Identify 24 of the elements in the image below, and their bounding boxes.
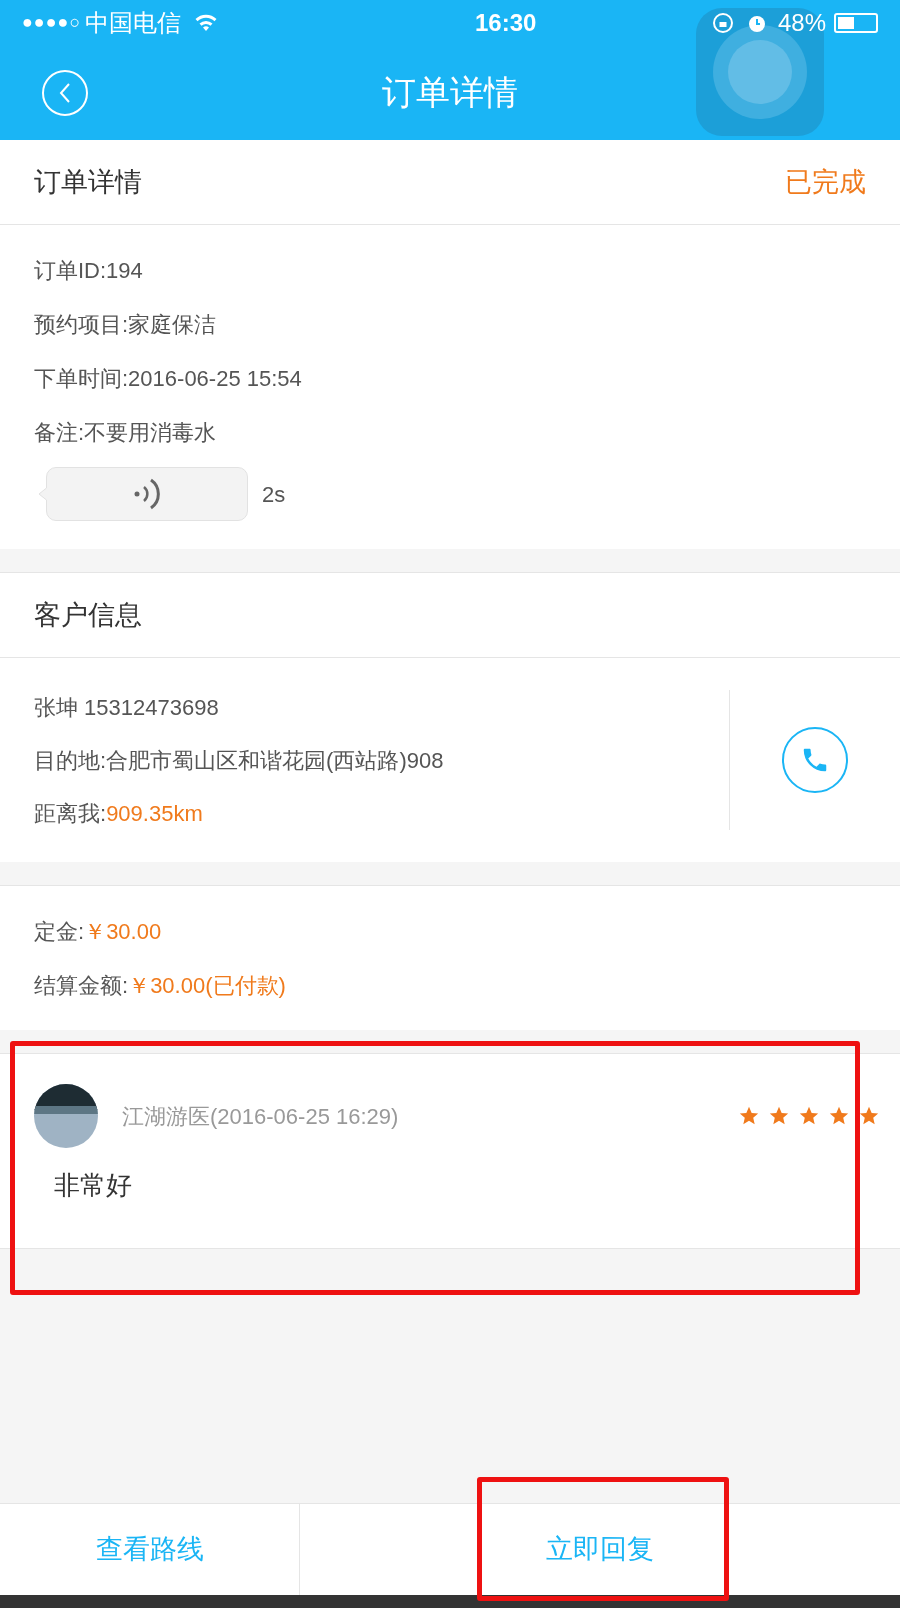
order-detail-text: 下单时间:2016-06-25 15:54 xyxy=(34,364,302,393)
distance-value: 909.35km xyxy=(106,799,203,828)
distance-label: 距离我: xyxy=(34,799,107,828)
order-detail-text: 订单ID:194 xyxy=(34,256,143,285)
bottom-action-button[interactable]: 立即回复 xyxy=(300,1504,900,1595)
payment-amount: ￥30.00(已付款) xyxy=(128,971,286,1000)
reviewer-name-date: 江湖游医(2016-06-25 16:29) xyxy=(122,1102,400,1131)
customer-name-phone: 张坤 15312473698 xyxy=(34,693,220,722)
order-detail-text: 备注:不要用消毒水 xyxy=(34,418,217,447)
page-title: 订单详情 xyxy=(382,72,518,113)
order-status: 已完成 xyxy=(785,165,866,199)
payment-amount: ￥30.00 xyxy=(84,917,162,946)
section-title: 客户信息 xyxy=(34,598,142,632)
destination-address: 目的地:合肥市蜀山区和谐花园(西站路)908 xyxy=(34,746,445,775)
section-title: 订单详情 xyxy=(34,165,142,199)
order-detail-text: 预约项目:家庭保洁 xyxy=(34,310,217,339)
carrier-name: 中国电信 xyxy=(85,7,182,38)
signal-indicator: ●●●●○ xyxy=(22,11,82,34)
clock-time: 16:30 xyxy=(474,7,537,38)
payment-label: 定金: xyxy=(34,917,85,946)
payment-label: 结算金额: xyxy=(34,971,129,1000)
battery-percent: 48% xyxy=(777,7,826,38)
voice-duration: 2s xyxy=(262,480,286,509)
review-text: 非常好 xyxy=(54,1169,133,1202)
